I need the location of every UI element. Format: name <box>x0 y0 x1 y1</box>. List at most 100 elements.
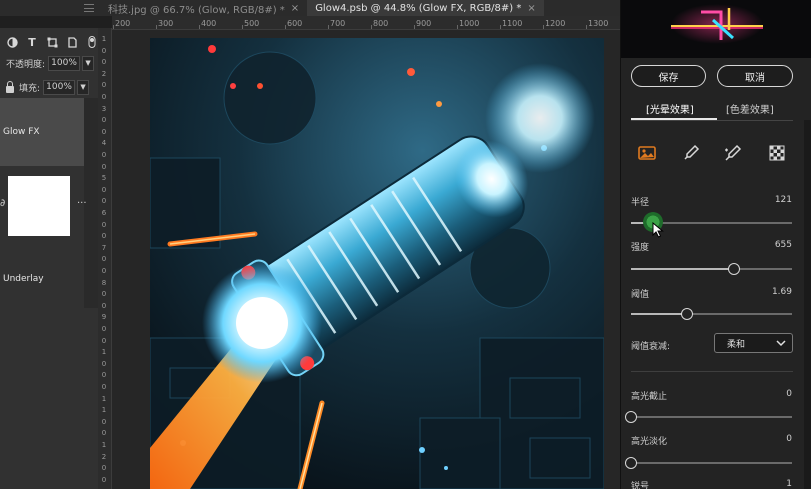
vertical-ruler: 1 0 0 2 0 0 3 0 0 4 0 0 5 0 0 6 0 0 7 0 0 8 0 0 9 0 0 1 0 0 0 1 1 0 0 1 2 0 0 <box>98 28 112 489</box>
ruler-digit: 3 <box>101 104 107 113</box>
transform-icon[interactable] <box>46 36 58 48</box>
ruler-number: 900 <box>416 19 432 28</box>
highlight-fade-label: 高光淡化 <box>631 437 668 447</box>
opacity-label: 不透明度: <box>6 59 46 70</box>
glow-fx-logo <box>621 0 811 58</box>
tab-chromatic-aberration[interactable]: [色差效果] <box>726 101 774 116</box>
drag-grip-icon[interactable] <box>84 4 94 12</box>
ruler-number: 600 <box>287 19 303 28</box>
ruler-digit: 0 <box>101 359 107 368</box>
slider-thumb[interactable] <box>625 411 637 423</box>
ruler-digit: 0 <box>101 93 107 101</box>
slider-thumb[interactable] <box>728 263 741 275</box>
tab-grip-area <box>0 0 100 16</box>
ruler-tick <box>285 25 286 29</box>
ruler-digit: 9 <box>101 313 107 322</box>
ruler-digit: 6 <box>101 209 107 217</box>
ruler-tick <box>457 25 458 29</box>
panel-scrollbar[interactable] <box>804 120 811 489</box>
layer-thumbnail-row[interactable]: ∂ ··· <box>0 170 98 242</box>
ruler-digit: 0 <box>101 417 107 426</box>
section-divider <box>631 371 793 372</box>
fill-input[interactable]: 100% <box>43 79 76 95</box>
ruler-digit: 0 <box>101 371 107 380</box>
glow-fx-panel: 保存 取消 [光晕效果] [色差效果] 半径 121 强度 655 阈值 1.6… <box>620 0 811 489</box>
ruler-digit: 5 <box>101 174 107 183</box>
close-icon[interactable]: × <box>527 3 535 14</box>
ruler-digit: 0 <box>101 197 107 206</box>
fill-row: 填充: 100% ▼ <box>0 78 98 96</box>
threshold-decay-label: 阈值衰减: <box>631 342 671 352</box>
ruler-number: 1100 <box>502 19 523 28</box>
layer-glow-fx[interactable]: Glow FX <box>0 98 84 166</box>
threshold-label: 阈值 <box>631 290 650 300</box>
ruler-number: 1200 <box>545 19 566 28</box>
highlight-cutoff-label: 高光截止 <box>631 392 668 402</box>
filter-toggle-icon[interactable] <box>86 36 98 48</box>
ruler-number: 500 <box>244 19 260 28</box>
slider-thumb[interactable] <box>681 308 694 320</box>
lock-icon[interactable] <box>6 80 14 93</box>
ruler-digit: 4 <box>101 139 107 148</box>
dropper-icon[interactable] <box>682 144 700 162</box>
ruler-digit: 0 <box>101 255 107 264</box>
circle-half-icon[interactable] <box>6 36 18 48</box>
ruler-number: 300 <box>158 19 174 28</box>
document-canvas[interactable] <box>150 38 604 489</box>
smart-object-icon[interactable] <box>66 36 78 48</box>
ruler-digit: 2 <box>101 69 107 78</box>
slider-thumb[interactable] <box>625 457 637 469</box>
layer-thumbnail[interactable] <box>8 176 70 236</box>
horizontal-ruler: 200 300 400 500 600 700 800 900 1000 1100 1200 1300 <box>112 16 620 30</box>
ruler-digit: 1 <box>101 441 107 449</box>
save-button[interactable]: 保存 <box>631 65 706 87</box>
layers-panel: T 不透明度: 100% ▼ 填充: 100% ▼ Glow FX ∂ ··· … <box>0 28 98 489</box>
tab-glow-effect[interactable]: [光晕效果] <box>646 101 694 116</box>
ruler-digit: 0 <box>101 301 107 310</box>
tab-label: 科技.jpg @ 66.7% (Glow, RGB/8#) * <box>108 4 285 16</box>
strength-value: 655 <box>774 240 792 250</box>
checkerboard-icon[interactable] <box>768 144 786 162</box>
chevron-down-icon[interactable]: ▼ <box>77 79 90 95</box>
ruler-digit: 0 <box>101 336 107 345</box>
highlight-cutoff-slider[interactable] <box>625 411 792 423</box>
type-icon[interactable]: T <box>26 36 38 49</box>
layer-underlay[interactable]: Underlay <box>0 264 84 294</box>
ruler-digit: 0 <box>101 232 107 241</box>
threshold-decay-select[interactable]: 柔和 <box>714 333 793 353</box>
ruler-number: 700 <box>330 19 346 28</box>
image-icon[interactable] <box>638 144 656 162</box>
opacity-input[interactable]: 100% <box>48 55 81 71</box>
ruler-digit: 0 <box>101 127 107 136</box>
brush-dropper-icon[interactable] <box>724 144 742 162</box>
ruler-tick <box>500 25 501 29</box>
sharpen-value: 1 <box>786 479 792 489</box>
ruler-digit: 1 <box>101 35 107 43</box>
ruler-digit: 2 <box>101 452 107 461</box>
tab-keji-jpg[interactable]: 科技.jpg @ 66.7% (Glow, RGB/8#) * × <box>100 0 307 16</box>
more-icon[interactable]: ··· <box>77 198 87 209</box>
slider-fill <box>631 313 688 315</box>
ruler-tick <box>156 25 157 29</box>
ruler-digit: 7 <box>101 243 107 252</box>
tab-divider <box>631 120 793 121</box>
highlight-fade-slider[interactable] <box>625 457 792 469</box>
cancel-button[interactable]: 取消 <box>717 65 793 87</box>
ruler-number: 200 <box>115 19 131 28</box>
ruler-digit: 1 <box>101 406 107 415</box>
close-icon[interactable]: × <box>291 3 299 14</box>
strength-slider[interactable] <box>631 263 792 275</box>
tab-glow4-psb[interactable]: Glow4.psb @ 44.8% (Glow FX, RGB/8#) * × <box>307 0 544 16</box>
ruler-digit: 8 <box>101 278 107 287</box>
threshold-slider[interactable] <box>631 308 792 320</box>
ruler-digit: 0 <box>101 185 107 194</box>
ruler-digit: 0 <box>101 151 107 159</box>
ruler-digit: 0 <box>101 46 107 55</box>
chevron-down-icon[interactable]: ▼ <box>82 55 95 71</box>
ruler-tick <box>242 25 243 29</box>
link-chain-icon[interactable]: ∂ <box>0 198 5 209</box>
ruler-digit: 0 <box>101 58 107 67</box>
tab-label: Glow4.psb @ 44.8% (Glow FX, RGB/8#) * <box>315 2 522 14</box>
ruler-tick <box>414 25 415 29</box>
scifi-cannon-artwork <box>150 38 604 489</box>
